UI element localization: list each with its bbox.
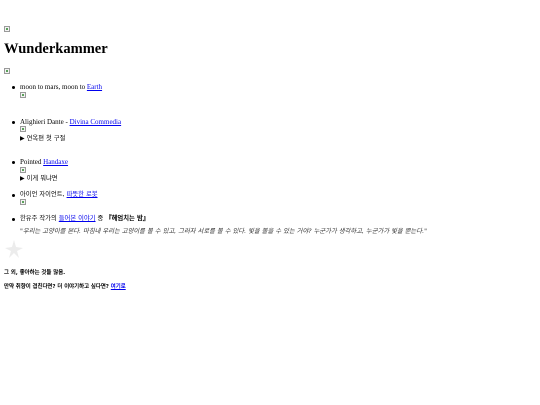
earth-link[interactable]: Earth [87,83,102,91]
details-summary[interactable]: ▶ 연옥편 첫 구절 [20,135,520,143]
summary-label: 이게 뭐냐면 [26,175,58,183]
disclosure-triangle-icon: ▶ [20,135,25,142]
broken-image-icon [4,68,10,74]
item-list: moon to mars, moon to Earth Alighieri Da… [8,80,520,235]
handaxe-link[interactable]: Handaxe [43,158,68,166]
item-text: moon to mars, moon to [20,83,87,91]
item-text: 중 [95,214,106,222]
footer-contact: 만약 취향이 겹친다면? 더 이야기하고 싶다면? 여기로 [4,284,126,291]
contact-here-link[interactable]: 여기로 [111,284,126,290]
list-item: 아이언 자이언트, 따뜻한 로봇 [12,191,520,208]
divina-commedia-link[interactable]: Divina Commedia [70,118,122,126]
heard-story-link[interactable]: 들어본 이야기 [59,215,96,222]
warm-robot-link[interactable]: 따뜻한 로봇 [67,191,98,198]
broken-image-icon [20,199,26,206]
broken-image-icon [4,26,10,32]
broken-image-icon [20,91,26,98]
item-text: 한유주 작가의 [20,214,59,222]
list-item: 한유주 작가의 들어본 이야기 중 『헤엄치는 밤』 "우리는 고양이를 본다.… [12,214,520,236]
item-text: Alighieri Dante - [20,117,70,126]
disclosure-triangle-icon: ▶ [20,175,25,183]
footer-note: 그 외, 좋아하는 것들 많음. [4,270,66,276]
page-title: Wunderkammer [4,41,108,57]
details-summary[interactable]: ▶ 이게 뭐냐면 [20,175,520,183]
footer-contact-text: 만약 취향이 겹친다면? 더 이야기하고 싶다면? [4,284,111,290]
broken-image-icon [20,126,26,133]
book-title: 『헤엄치는 밤』 [105,214,150,222]
broken-image-icon [20,166,26,173]
list-item: moon to mars, moon to Earth [12,83,520,101]
list-item: Pointed Handaxe ▶ 이게 뭐냐면 [12,157,520,183]
list-item: Alighieri Dante - Divina Commedia ▶ 연옥편 첫… [12,117,520,143]
item-text: 아이언 자이언트, [20,191,67,199]
quote-text: "우리는 고양이를 본다. 마침내 우리는 고양이를 볼 수 있고, 그러자 서… [20,227,427,235]
item-text: Pointed [20,157,44,166]
page: Wunderkammer moon to mars, moon to Earth… [0,0,540,405]
summary-label: 연옥편 첫 구절 [26,135,66,142]
faded-star-decoration-icon [5,240,23,258]
